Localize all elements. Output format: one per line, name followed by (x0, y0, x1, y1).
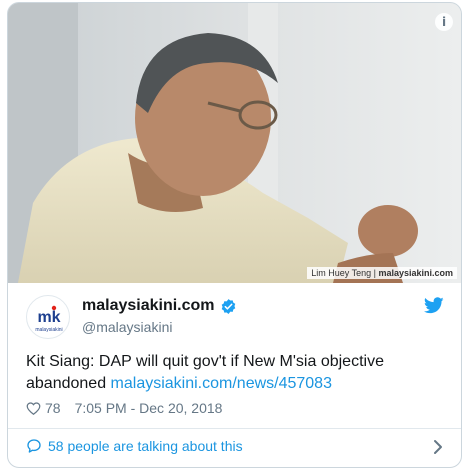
heart-icon[interactable] (26, 401, 41, 416)
embedded-tweet-card[interactable]: i Lim Huey Teng | malaysiakini.com mk ma… (7, 2, 462, 468)
author-names[interactable]: malaysiakini.com @malaysiakini (82, 297, 237, 335)
avatar-text: mk (37, 309, 60, 326)
verified-badge-icon (221, 298, 235, 314)
tweet-photo[interactable]: i Lim Huey Teng | malaysiakini.com (8, 3, 461, 283)
photo-credit-source: malaysiakini.com (378, 268, 453, 278)
tweet-author[interactable]: mk malaysiakini malaysiakini.com @malays… (26, 295, 446, 339)
author-handle[interactable]: @malaysiakini (82, 319, 237, 335)
like-count[interactable]: 78 (45, 400, 61, 416)
twitter-bird-icon[interactable] (424, 297, 444, 314)
display-name-text[interactable]: malaysiakini.com (82, 297, 215, 315)
tweet-text: Kit Siang: DAP will quit gov't if New M'… (26, 351, 446, 395)
author-display-name[interactable]: malaysiakini.com (82, 297, 237, 315)
talking-count-text[interactable]: 58 people are talking about this (48, 438, 243, 454)
speech-bubble-icon (27, 439, 41, 453)
photo-credit-name: Lim Huey Teng (311, 268, 372, 278)
photo-illustration (8, 3, 461, 283)
tweet-link[interactable]: malaysiakini.com/news/457083 (111, 375, 332, 392)
conversation-link[interactable]: 58 people are talking about this (26, 438, 446, 454)
malaysiakini-logo-icon: mk malaysiakini (35, 305, 63, 333)
tweet-timestamp[interactable]: 7:05 PM - Dec 20, 2018 (75, 400, 223, 416)
avatar[interactable]: mk malaysiakini (26, 295, 70, 339)
photo-credit: Lim Huey Teng | malaysiakini.com (307, 267, 457, 279)
info-icon[interactable]: i (435, 13, 453, 31)
chevron-right-icon[interactable] (430, 438, 446, 456)
divider (8, 428, 461, 429)
avatar-subtext: malaysiakini (35, 327, 62, 333)
tweet-meta: 78 7:05 PM - Dec 20, 2018 (26, 400, 222, 416)
